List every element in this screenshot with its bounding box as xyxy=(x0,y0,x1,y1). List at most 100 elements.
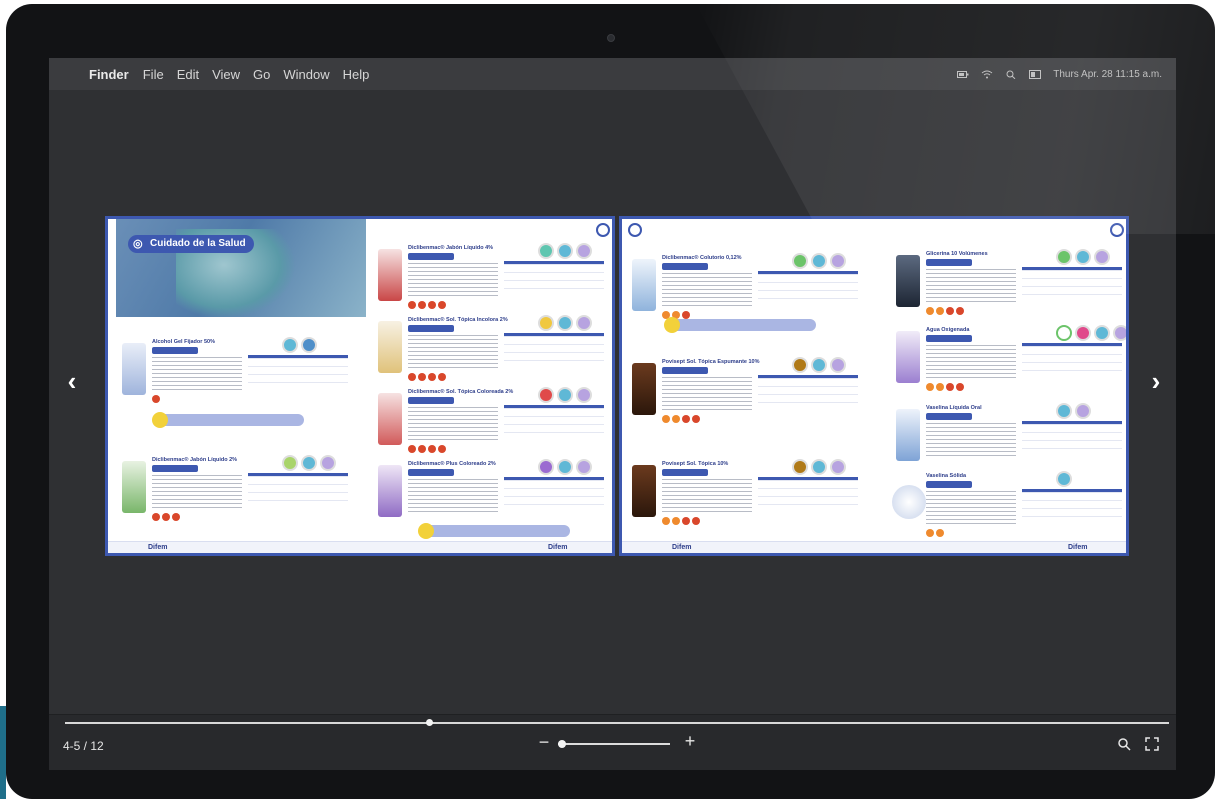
hazard-icon xyxy=(946,307,954,315)
fullscreen-icon[interactable] xyxy=(1145,737,1159,751)
hazard-icons xyxy=(662,517,700,525)
corner-logo-icon xyxy=(596,223,610,237)
product-description xyxy=(408,479,498,515)
product-block: Diclibenmac® Jabón Líquido 2% xyxy=(122,455,352,525)
badge-icon xyxy=(830,253,846,269)
badge-icon xyxy=(301,337,317,353)
spotlight-search-icon[interactable] xyxy=(1005,70,1017,79)
page-progress-handle[interactable] xyxy=(426,719,434,726)
product-name: Diclibenmac® Jabón Líquido 2% xyxy=(152,457,238,463)
bottle-image xyxy=(378,249,402,301)
catalog-page-left[interactable]: Cuidado de la Salud Alcohol Gel Fijador … xyxy=(105,216,615,556)
previous-page-button[interactable]: ‹ xyxy=(61,366,83,396)
corner-logo-icon xyxy=(1110,223,1124,237)
badge-icon xyxy=(830,357,846,373)
bottle-image xyxy=(896,255,920,307)
certification-badges xyxy=(282,337,317,353)
product-tag xyxy=(662,263,708,270)
product-table xyxy=(504,477,604,511)
zoom-out-button[interactable]: − xyxy=(536,732,552,753)
badge-icon xyxy=(538,459,554,475)
product-name: Alcohol Gel Fijador 50% xyxy=(152,339,215,345)
product-name: Povisept Sol. Tópica Espumante 10% xyxy=(662,359,760,365)
hazard-icon xyxy=(956,383,964,391)
hazard-icons xyxy=(408,373,446,381)
hazard-icon xyxy=(682,311,690,319)
product-description xyxy=(662,377,752,413)
product-name: Glicerina 10 Volúmenes xyxy=(926,251,988,257)
badge-icon xyxy=(538,243,554,259)
product-block: Diclibenmac® Colutorio 0,12% xyxy=(632,253,862,323)
product-description xyxy=(408,407,498,443)
control-center-icon[interactable] xyxy=(1029,69,1042,79)
status-area: Thurs Apr. 28 11:15 a.m. xyxy=(957,58,1162,90)
viewer-toolbar: 4-5 / 12 − + xyxy=(49,714,1176,770)
hazard-icon xyxy=(172,513,180,521)
next-page-button[interactable]: › xyxy=(1145,366,1167,396)
product-description xyxy=(926,345,1016,381)
menu-file[interactable]: File xyxy=(143,67,164,82)
brand-logo: Difem xyxy=(672,544,692,551)
bottle-image xyxy=(632,259,656,311)
product-block: Diclibenmac® Sol. Tópica Incolora 2% xyxy=(378,315,608,385)
info-note xyxy=(664,317,816,333)
screen: Finder File Edit View Go Window Help Thu… xyxy=(49,58,1176,770)
badge-icon xyxy=(576,315,592,331)
hazard-icon xyxy=(162,513,170,521)
wifi-icon[interactable] xyxy=(981,70,993,79)
certification-badges xyxy=(538,315,592,331)
bottle-image xyxy=(896,409,920,461)
brand-logo: Difem xyxy=(548,544,568,551)
battery-icon[interactable] xyxy=(957,70,969,79)
page-progress-track[interactable] xyxy=(65,722,1169,724)
hazard-icons xyxy=(926,383,964,391)
menu-edit[interactable]: Edit xyxy=(177,67,199,82)
hazard-icons xyxy=(662,415,700,423)
hazard-icon xyxy=(662,517,670,525)
page-footer: Difem Difem xyxy=(108,541,612,553)
badge-icon xyxy=(811,459,827,475)
badge-icon xyxy=(282,455,298,471)
badge-icon xyxy=(792,253,808,269)
menu-help[interactable]: Help xyxy=(343,67,370,82)
corner-logo-icon xyxy=(628,223,642,237)
certification-badges xyxy=(538,459,592,475)
product-tag xyxy=(152,465,198,472)
product-name: Povisept Sol. Tópica 10% xyxy=(662,461,729,467)
product-description xyxy=(152,475,242,511)
menu-clock[interactable]: Thurs Apr. 28 11:15 a.m. xyxy=(1053,69,1162,80)
menu-app-name[interactable]: Finder xyxy=(89,67,129,82)
zoom-slider-track[interactable] xyxy=(558,743,670,745)
product-table xyxy=(1022,343,1122,377)
zoom-in-button[interactable]: + xyxy=(682,731,698,752)
catalog-page-right[interactable]: Diclibenmac® Colutorio 0,12% Povisept So… xyxy=(619,216,1129,556)
badge-icon xyxy=(576,387,592,403)
badge-icon xyxy=(1056,471,1072,487)
badge-icon xyxy=(811,357,827,373)
hazard-icon xyxy=(662,415,670,423)
hazard-icon xyxy=(438,373,446,381)
bottle-image xyxy=(122,461,146,513)
hazard-icon xyxy=(692,517,700,525)
menu-go[interactable]: Go xyxy=(253,67,270,82)
product-name: Diclibenmac® Plus Coloreado 2% xyxy=(408,461,496,467)
product-name: Vaselina Líquida Oral xyxy=(926,405,982,411)
product-table xyxy=(1022,421,1122,455)
product-tag xyxy=(662,469,708,476)
bottle-image xyxy=(378,465,402,517)
certification-badges xyxy=(1056,403,1091,419)
badge-icon xyxy=(557,387,573,403)
product-name: Agua Oxigenada xyxy=(926,327,970,333)
menu-view[interactable]: View xyxy=(212,67,240,82)
hazard-icon xyxy=(418,301,426,309)
product-block: Diclibenmac® Jabón Líquido 4% xyxy=(378,243,608,313)
hazard-icon xyxy=(946,383,954,391)
badge-icon xyxy=(1075,403,1091,419)
menu-window[interactable]: Window xyxy=(283,67,329,82)
zoom-slider-handle[interactable] xyxy=(558,740,566,748)
hazard-icon xyxy=(428,301,436,309)
search-icon[interactable] xyxy=(1117,737,1131,751)
product-name: Diclibenmac® Sol. Tópica Incolora 2% xyxy=(408,317,508,323)
product-tag xyxy=(408,325,454,332)
brand-logo: Difem xyxy=(148,544,168,551)
